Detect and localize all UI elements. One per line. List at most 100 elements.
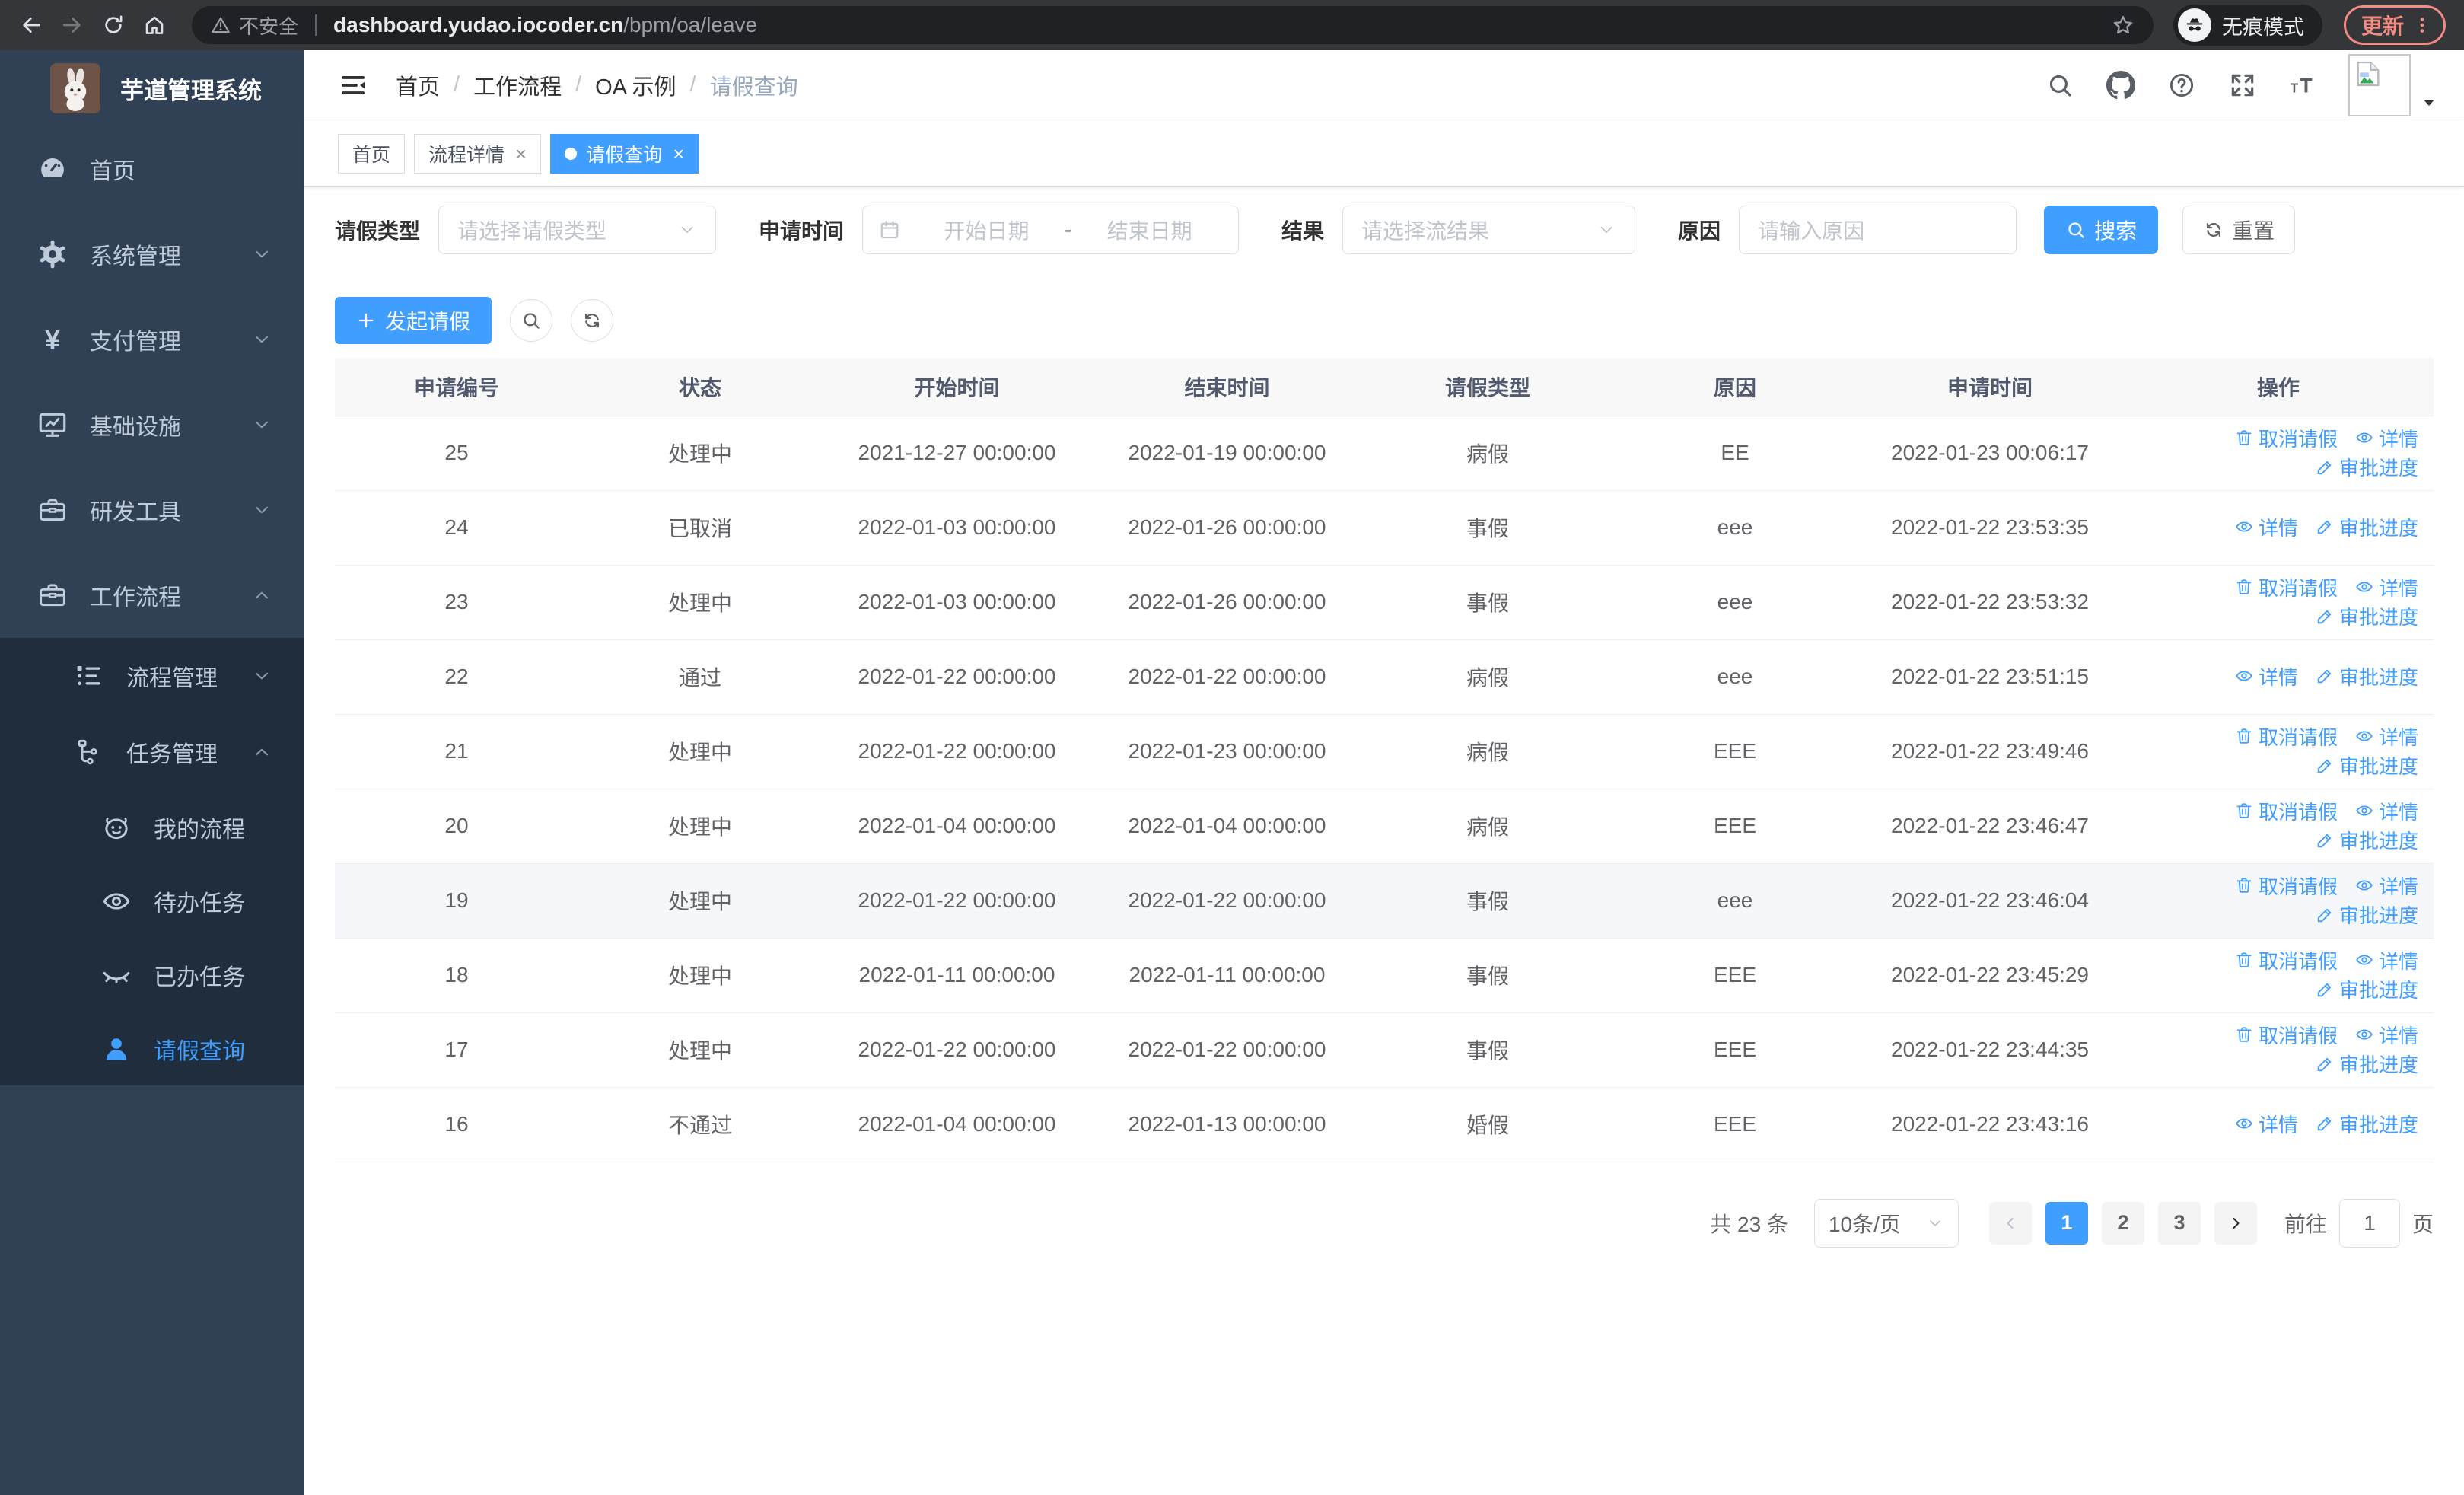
sidebar-item-workflow[interactable]: 工作流程 [0,553,304,638]
show-search-toggle-button[interactable] [510,299,553,342]
trash-icon [2234,726,2254,746]
tag-首页[interactable]: 首页 [338,133,406,174]
sidebar-item-task-mgmt[interactable]: 任务管理 [0,714,304,790]
cell-reason: EEE [1613,938,1857,1013]
action-cancel-link[interactable]: 取消请假 [2234,946,2338,974]
sidebar-item-leave-query[interactable]: 请假查询 [0,1012,304,1085]
action-detail-link[interactable]: 详情 [2354,946,2418,974]
sidebar-item-system[interactable]: 系统管理 [0,212,304,297]
start-date-input[interactable]: 开始日期 [913,215,1060,245]
fullscreen-icon[interactable] [2228,71,2257,100]
page-button-1[interactable]: 1 [2045,1201,2088,1245]
breadcrumb-item[interactable]: OA 示例 [595,69,676,101]
tag-请假查询[interactable]: 请假查询 × [550,133,699,174]
action-cancel-link[interactable]: 取消请假 [2234,797,2338,825]
refresh-table-button[interactable] [571,299,614,342]
action-detail-link[interactable]: 详情 [2354,872,2418,900]
action-progress-link[interactable]: 审批进度 [2315,453,2418,481]
action-detail-link[interactable]: 详情 [2354,722,2418,751]
page-button-2[interactable]: 2 [2101,1201,2144,1245]
cell-start-time: 2022-01-11 00:00:00 [822,938,1092,1013]
sidebar-item-home[interactable]: 首页 [0,126,304,212]
close-icon[interactable]: × [515,144,527,164]
cell-status: 通过 [578,639,822,715]
search-icon [2065,219,2087,241]
reload-button[interactable] [93,5,134,46]
cell-id: 24 [335,490,578,566]
action-cancel-link[interactable]: 取消请假 [2234,722,2338,751]
end-date-input[interactable]: 结束日期 [1076,215,1223,245]
action-detail-link[interactable]: 详情 [2234,1110,2298,1138]
chevron-down-icon [1597,220,1616,240]
reason-input[interactable]: 请输入原因 [1739,206,2017,254]
forward-button[interactable] [52,5,93,46]
apply-time-range-picker[interactable]: 开始日期 - 结束日期 [862,206,1240,254]
cell-reason: eee [1613,490,1857,566]
action-progress-link[interactable]: 审批进度 [2315,751,2418,779]
reset-button[interactable]: 重置 [2182,206,2296,254]
sidebar-item-pay[interactable]: 支付管理 [0,297,304,382]
page-size-select[interactable]: 10条/页 [1813,1198,1959,1248]
sidebar-item-devtools[interactable]: 研发工具 [0,467,304,553]
page-button-3[interactable]: 3 [2157,1201,2201,1245]
prev-page-button[interactable] [1988,1201,2032,1245]
action-progress-link[interactable]: 审批进度 [2315,826,2418,854]
action-cancel-link[interactable]: 取消请假 [2234,573,2338,601]
action-progress-link[interactable]: 审批进度 [2315,513,2418,541]
trash-icon [2234,950,2254,970]
sidebar-item-done-task[interactable]: 已办任务 [0,938,304,1012]
leave-type-select[interactable]: 请选择请假类型 [438,206,717,254]
breadcrumb-item[interactable]: 工作流程 [473,69,562,101]
font-size-icon[interactable] [2289,71,2318,100]
close-icon[interactable]: × [673,144,684,164]
home-button[interactable] [134,5,175,46]
sidebar-item-my-process[interactable]: 我的流程 [0,790,304,864]
action-progress-link[interactable]: 审批进度 [2315,901,2418,929]
action-progress-link[interactable]: 审批进度 [2315,662,2418,690]
user-menu[interactable] [2348,53,2438,116]
action-progress-link[interactable]: 审批进度 [2315,1110,2418,1138]
logo-row[interactable]: 芋道管理系统 [0,50,304,126]
sidebar-item-infra[interactable]: 基础设施 [0,382,304,467]
action-progress-link[interactable]: 审批进度 [2315,602,2418,630]
action-detail-link[interactable]: 详情 [2354,797,2418,825]
action-detail-link[interactable]: 详情 [2354,1021,2418,1049]
breadcrumb-item[interactable]: 首页 [396,69,440,101]
action-progress-link[interactable]: 审批进度 [2315,1050,2418,1078]
breadcrumb-separator: / [454,72,460,97]
action-cancel-link[interactable]: 取消请假 [2234,872,2338,900]
column-header: 申请编号 [335,358,578,416]
edit-icon [2315,830,2335,850]
address-bar[interactable]: 不安全 dashboard.yudao.iocoder.cn/bpm/oa/le… [192,6,2154,44]
cell-id: 19 [335,863,578,939]
action-cancel-link[interactable]: 取消请假 [2234,1021,2338,1049]
cell-leave-type: 病假 [1362,789,1613,864]
cell-status: 处理中 [578,714,822,789]
edit-icon [2315,666,2335,686]
help-icon[interactable] [2167,71,2196,100]
create-leave-button[interactable]: 发起请假 [335,297,492,344]
action-cancel-link[interactable]: 取消请假 [2234,424,2338,452]
action-detail-link[interactable]: 详情 [2354,573,2418,601]
sidebar-collapse-icon[interactable] [338,70,368,100]
goto-page-input[interactable]: 1 [2338,1198,2400,1248]
github-icon[interactable] [2106,71,2135,100]
back-button[interactable] [11,5,52,46]
next-page-button[interactable] [2214,1201,2257,1245]
sidebar-item-todo-task[interactable]: 待办任务 [0,864,304,938]
cell-reason: eee [1613,863,1857,939]
browser-menu-button[interactable]: 更新 [2344,5,2446,45]
action-progress-link[interactable]: 审批进度 [2315,975,2418,1003]
sidebar-item-process-mgmt[interactable]: 流程管理 [0,638,304,714]
search-button[interactable]: 搜索 [2044,206,2159,254]
column-header: 申请时间 [1857,358,2123,416]
tag-流程详情[interactable]: 流程详情 × [414,133,542,174]
search-icon[interactable] [2045,71,2074,100]
edit-icon [2315,905,2335,925]
action-detail-link[interactable]: 详情 [2234,513,2298,541]
action-detail-link[interactable]: 详情 [2234,662,2298,690]
action-detail-link[interactable]: 详情 [2354,424,2418,452]
result-select[interactable]: 请选择流结果 [1342,206,1636,254]
eye-icon [2234,1114,2254,1133]
bookmark-star-icon[interactable] [2111,13,2135,37]
